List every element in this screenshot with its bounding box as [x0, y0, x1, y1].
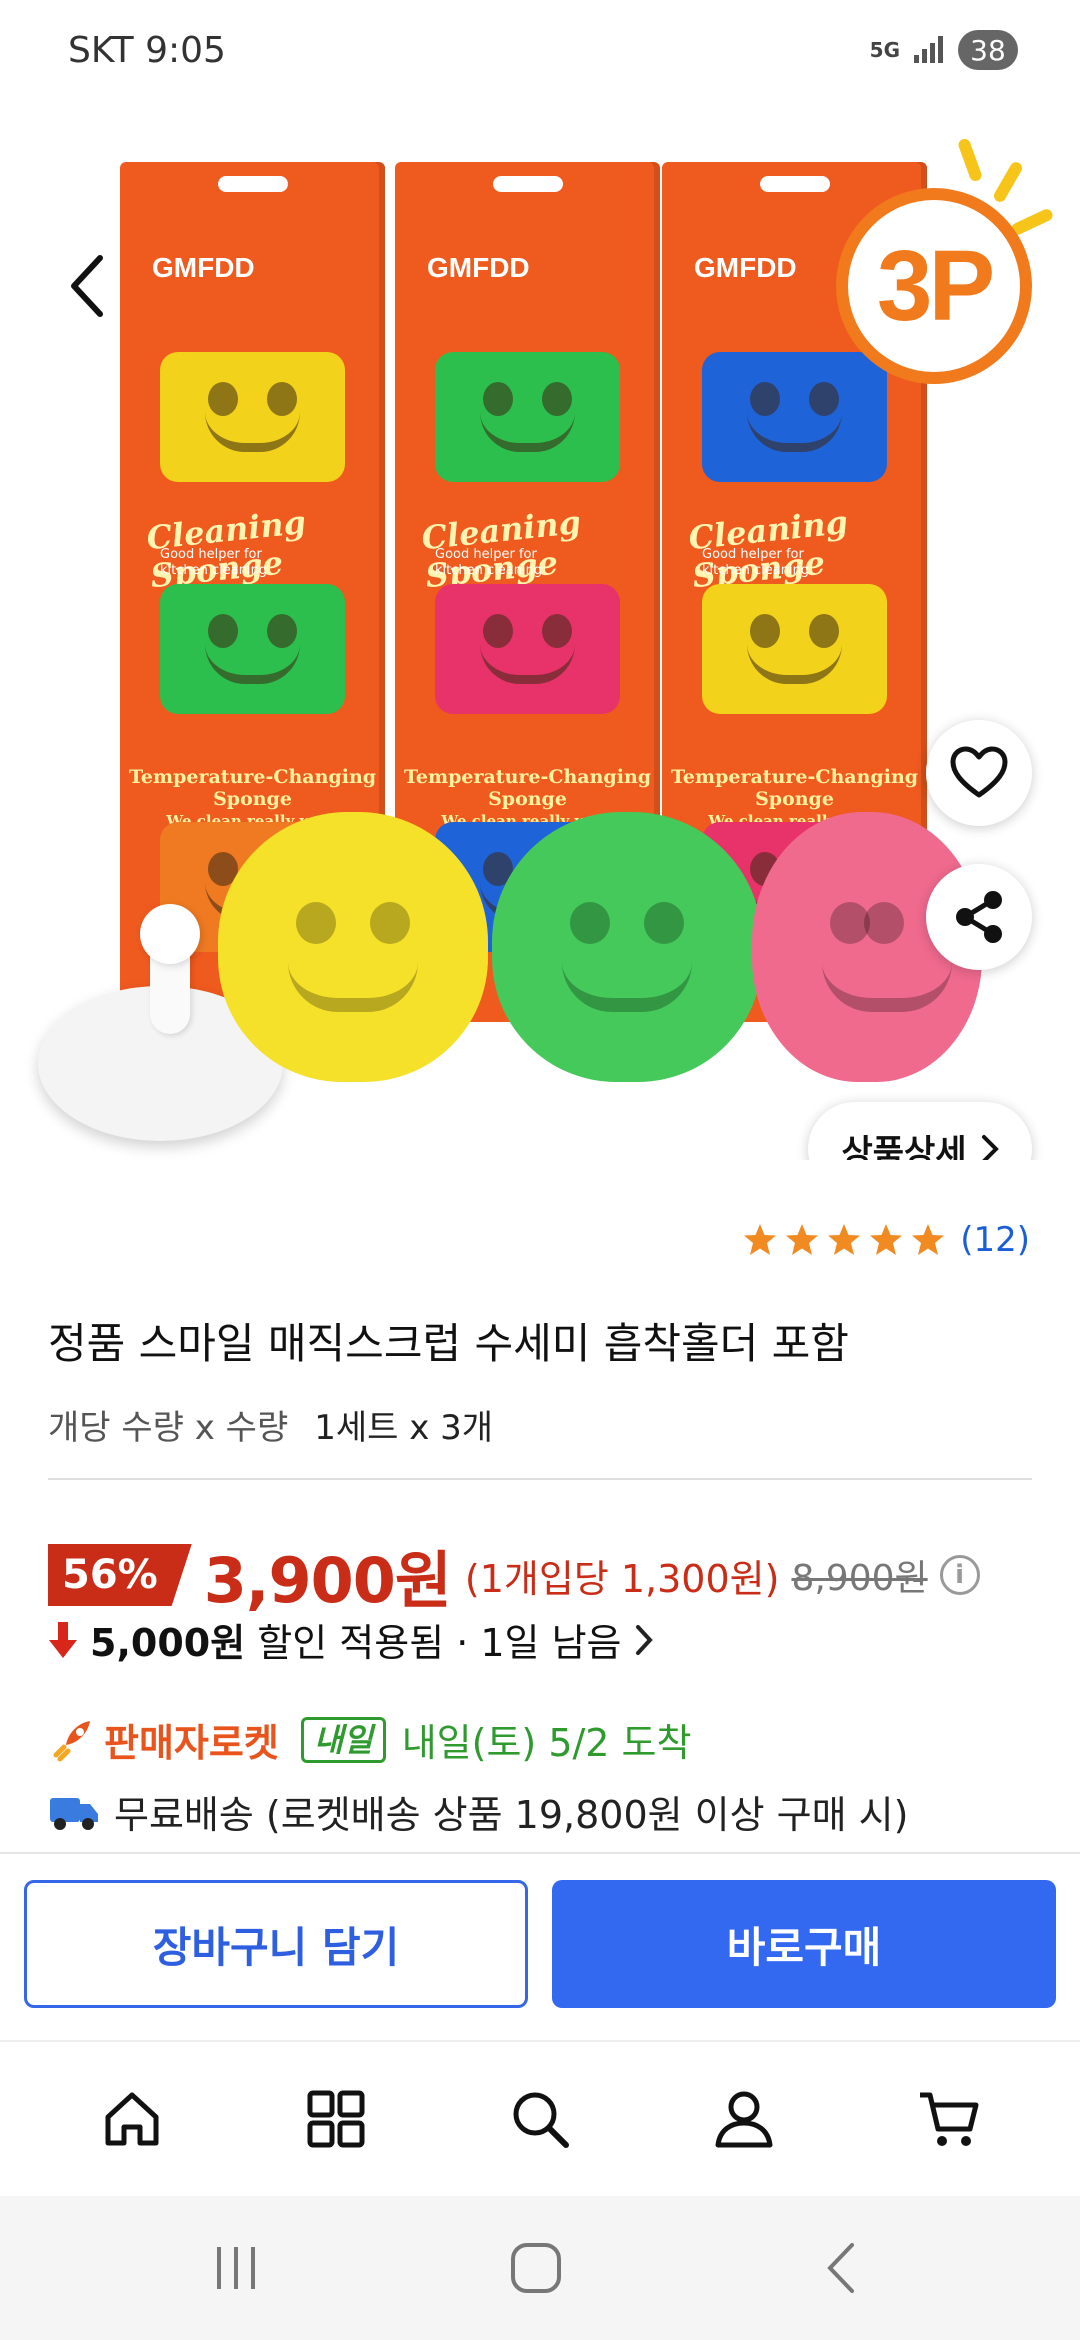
- package-hanger: [492, 176, 563, 192]
- home-button[interactable]: [496, 2232, 576, 2304]
- original-price: 8,900원: [791, 1558, 928, 1599]
- option-value: 1세트 x 3개: [314, 1408, 494, 1448]
- product-title: 정품 스마일 매직스크럽 수세미 흡착홀더 포함: [48, 1319, 849, 1368]
- smiley-sponge-image: [160, 352, 345, 482]
- package-title: Cleaning Sponge: [144, 502, 308, 596]
- chevron-right-icon: [635, 1624, 653, 1655]
- smiley-sponge-image: [218, 812, 488, 1082]
- package-subtitle: Good helper for kitchen cleaning: [160, 547, 268, 578]
- badge-ray: [956, 137, 984, 183]
- system-back-button[interactable]: [800, 2232, 880, 2304]
- coupon-discount-row[interactable]: 5,000원 할인 적용됨 · 1일 남음: [48, 1612, 654, 1667]
- package-brand: GMFDD: [427, 252, 530, 283]
- tomorrow-badge: 내일: [300, 1716, 386, 1763]
- coupon-text: 할인 적용됨 · 1일 남음: [257, 1621, 622, 1665]
- price-row: 56% 3,900원 (1개입당 1,300원) 8,900원 i: [48, 1530, 980, 1620]
- option-selector[interactable]: 개당 수량 x 수량 1세트 x 3개: [48, 1400, 493, 1449]
- package-subtitle: Good helper for kitchen cleaning: [435, 547, 543, 578]
- suction-holder-knob: [140, 904, 200, 964]
- smiley-sponge-image: [160, 584, 345, 714]
- wishlist-button[interactable]: [926, 720, 1032, 826]
- add-to-cart-button[interactable]: 장바구니 담기: [24, 1880, 528, 2008]
- recent-apps-icon: [217, 2247, 255, 2289]
- package-hanger: [759, 176, 830, 192]
- back-icon: [827, 2243, 854, 2293]
- home-button-icon: [511, 2243, 561, 2293]
- home-icon: [105, 2092, 159, 2146]
- product-detail-button[interactable]: 상품상세: [808, 1102, 1032, 1160]
- nav-cart[interactable]: [898, 2069, 998, 2169]
- smiley-sponge-image: [492, 812, 762, 1082]
- product-detail-label: 상품상세: [841, 1132, 967, 1161]
- star-icon: [870, 1224, 903, 1255]
- back-button[interactable]: [56, 246, 116, 326]
- star-icon: [828, 1224, 861, 1255]
- smiley-sponge-image: [435, 584, 620, 714]
- buy-now-button[interactable]: 바로구매: [552, 1880, 1056, 2008]
- package-brand: GMFDD: [694, 252, 797, 283]
- info-icon[interactable]: i: [939, 1555, 980, 1595]
- seller-rocket-label: 판매자로켓: [104, 1721, 279, 1765]
- rocket-delivery-row: 판매자로켓 내일 내일(토) 5/2 도착: [48, 1712, 691, 1767]
- bottom-navigation: [0, 2040, 1080, 2196]
- nav-search[interactable]: [490, 2069, 590, 2169]
- free-shipping-text: 무료배송 (로켓배송 상품 19,800원 이상 구매 시): [114, 1793, 909, 1837]
- signal-icon: [914, 35, 944, 65]
- chevron-left-icon: [71, 255, 103, 317]
- battery-icon: 38: [958, 30, 1018, 70]
- package-title: Cleaning Sponge: [419, 502, 583, 596]
- heart-icon: [950, 746, 1008, 798]
- categories-icon: [307, 2090, 365, 2148]
- package-brand: GMFDD: [152, 252, 255, 283]
- share-button[interactable]: [926, 864, 1032, 970]
- package-hanger: [217, 176, 288, 192]
- unit-price: (1개입당 1,300원): [464, 1556, 780, 1601]
- status-icons: 5G 38: [870, 30, 1018, 70]
- sale-price: 3,900원: [203, 1544, 452, 1617]
- package-subtitle: Good helper for kitchen cleaning: [702, 547, 810, 578]
- discount-badge: 56%: [48, 1544, 192, 1606]
- star-icon: [744, 1224, 777, 1255]
- cart-icon: [920, 2092, 979, 2146]
- star-icon: [912, 1224, 945, 1255]
- product-image-carousel[interactable]: GMFDD Cleaning Sponge Good helper for kitc…: [0, 96, 1080, 1160]
- rating-summary[interactable]: (12): [742, 1220, 1030, 1260]
- pack-count-badge: 3P: [836, 188, 1032, 384]
- nav-categories[interactable]: [286, 2069, 386, 2169]
- search-icon: [513, 2092, 569, 2148]
- smiley-sponge-image: [702, 584, 887, 714]
- profile-icon: [715, 2091, 773, 2148]
- nav-profile[interactable]: [694, 2069, 794, 2169]
- purchase-action-bar: 장바구니 담기 바로구매: [0, 1852, 1080, 2038]
- rocket-icon: [53, 1720, 90, 1761]
- nav-home[interactable]: [82, 2069, 182, 2169]
- free-shipping-row: 무료배송 (로켓배송 상품 19,800원 이상 구매 시): [48, 1784, 908, 1839]
- review-count[interactable]: (12): [960, 1220, 1030, 1260]
- smiley-sponge-image: [435, 352, 620, 482]
- divider: [48, 1478, 1032, 1480]
- badge-ray: [991, 159, 1025, 205]
- truck-icon: [50, 1797, 98, 1830]
- star-icon: [786, 1224, 819, 1255]
- coupon-amount: 5,000원: [90, 1621, 246, 1665]
- carrier-time: SKT 9:05: [68, 30, 226, 71]
- share-icon: [956, 891, 1002, 943]
- option-label: 개당 수량 x 수량: [48, 1408, 289, 1448]
- arrival-date: 내일(토) 5/2 도착: [401, 1721, 692, 1765]
- network-icon: 5G: [869, 38, 900, 62]
- package-title: Cleaning Sponge: [686, 502, 850, 596]
- system-navigation: [0, 2196, 1080, 2340]
- smiley-sponge-image: [702, 352, 887, 482]
- chevron-right-icon: [981, 1135, 999, 1160]
- status-bar: SKT 9:05 5G 38: [0, 0, 1080, 96]
- recent-apps-button[interactable]: [196, 2232, 276, 2304]
- arrow-down-icon: [49, 1621, 77, 1658]
